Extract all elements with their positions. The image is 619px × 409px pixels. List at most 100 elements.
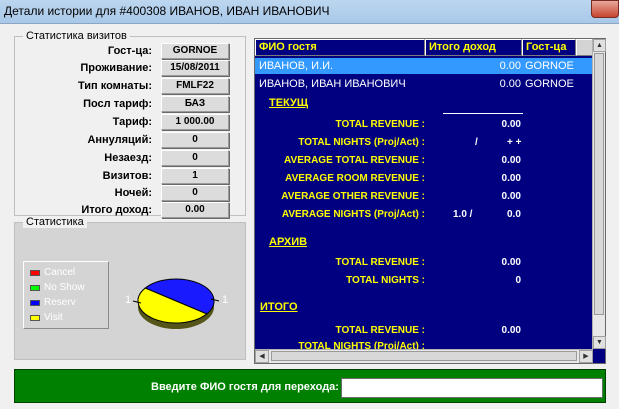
stat-row-hotel: Гост-ца: GORNOE [15, 43, 247, 60]
pie-slices [137, 278, 215, 324]
header-hotel[interactable]: Гост-ца [522, 39, 576, 56]
stat-row-nights: Ночей: 0 [15, 185, 247, 202]
detail-value: 0.00 [501, 155, 521, 166]
pie-label-left: 1 [125, 294, 131, 306]
goto-guest-label: Введите ФИО гостя для перехода: [151, 381, 339, 393]
detail-value: 1.0 / [453, 209, 473, 220]
legend-item-cancel: Cancel [30, 267, 75, 280]
detail-value: 0.00 [501, 173, 521, 184]
stat-row-no-shows: Незаезд: 0 [15, 150, 247, 167]
cell-guest-name: ИВАНОВ, ИВАН ИВАНОВИЧ [259, 78, 406, 90]
stat-row-room-type: Тип комнаты: FMLF22 [15, 78, 247, 95]
legend-label: Visit [44, 312, 63, 323]
history-details-window: Статистика визитов Гост-ца: GORNOE Прожи… [0, 24, 619, 409]
statistics-group: Статистика Cancel No Show Reserv Visit 1… [14, 216, 246, 360]
chart-legend: Cancel No Show Reserv Visit [23, 261, 109, 329]
stat-label: Визитов: [102, 170, 152, 182]
legend-label: No Show [44, 282, 85, 293]
stat-label: Итого доход: [81, 204, 152, 216]
detail-value: 0.00 [501, 119, 521, 130]
title-bar: Детали истории для #400308 ИВАНОВ, ИВАН … [0, 0, 619, 24]
section-current: ТЕКУЩ [269, 97, 309, 109]
pie-chart: 1 1 [125, 278, 228, 329]
detail-label: TOTAL NIGHTS (Proj/Act) : [298, 137, 425, 148]
stat-label: Посл тариф: [83, 98, 152, 110]
section-total: ИТОГО [260, 301, 298, 313]
detail-label: TOTAL REVENUE : [335, 325, 425, 336]
goto-guest-input[interactable] [341, 378, 603, 398]
stat-value: 0 [161, 132, 229, 148]
visit-stats-title: Статистика визитов [23, 30, 130, 42]
stat-row-visits: Визитов: 1 [15, 168, 247, 185]
stat-label: Аннуляций: [87, 134, 152, 146]
detail-label: TOTAL NIGHTS : [346, 275, 425, 286]
scroll-right-icon[interactable]: ▶ [579, 350, 593, 363]
visit-stats-group: Статистика визитов Гост-ца: GORNOE Прожи… [14, 30, 247, 218]
detail-label: AVERAGE NIGHTS (Proj/Act) : [281, 209, 425, 220]
legend-label: Reserv [44, 297, 76, 308]
stat-label: Ночей: [114, 187, 152, 199]
stat-row-stay: Проживание: 15/08/2011 [15, 60, 247, 77]
stat-label: Проживание: [80, 62, 152, 74]
legend-swatch [30, 299, 40, 306]
legend-swatch [30, 269, 40, 276]
detail-label: TOTAL REVENUE : [335, 257, 425, 268]
statistics-title: Статистика [23, 216, 87, 228]
stat-value: GORNOE [161, 43, 229, 59]
grid-header: ФИО гостя Итого доход Гост-ца [255, 39, 593, 56]
scroll-left-icon[interactable]: ◀ [255, 350, 269, 363]
detail-value: 0.00 [501, 325, 521, 336]
legend-swatch [30, 284, 40, 291]
detail-label: AVERAGE OTHER REVENUE : [281, 191, 425, 202]
detail-value2: 0.0 [507, 209, 521, 220]
legend-item-reserv: Reserv [30, 297, 76, 310]
stat-label: Тип комнаты: [77, 80, 152, 92]
stat-label: Гост-ца: [107, 45, 152, 57]
legend-item-visit: Visit [30, 312, 63, 325]
cell-hotel: GORNOE [525, 78, 574, 90]
detail-label-clipped: TOTAL NIGHTS (Proj/Act) : [298, 341, 425, 349]
detail-value: 0.00 [501, 257, 521, 268]
cell-income: 0.00 [499, 78, 521, 90]
stat-value: БАЗ [161, 96, 229, 112]
legend-item-no-show: No Show [30, 282, 85, 295]
stat-label: Незаезд: [104, 152, 152, 164]
scroll-down-icon[interactable]: ▼ [593, 336, 606, 349]
detail-label: AVERAGE ROOM REVENUE : [285, 173, 425, 184]
stat-value: 15/08/2011 [161, 60, 229, 76]
stat-label: Тариф: [112, 116, 152, 128]
close-button[interactable] [591, 0, 619, 18]
detail-label: TOTAL REVENUE : [335, 119, 425, 130]
stat-value: 0 [161, 150, 229, 166]
table-row[interactable]: ИВАНОВ, И.И. 0.00 GORNOE [255, 58, 593, 74]
cell-hotel: GORNOE [525, 60, 574, 72]
pie-label-right: 1 [222, 294, 228, 306]
goto-guest-bar: Введите ФИО гостя для перехода: [14, 369, 606, 403]
table-row[interactable]: ИВАНОВ, ИВАН ИВАНОВИЧ 0.00 GORNOE [255, 76, 593, 92]
detail-value: 0 [515, 275, 521, 286]
detail-value: 0.00 [501, 191, 521, 202]
detail-value2: + + [507, 137, 522, 148]
scroll-up-icon[interactable]: ▲ [593, 39, 606, 52]
header-total-income[interactable]: Итого доход [425, 39, 522, 56]
stat-row-last-rate: Посл тариф: БАЗ [15, 96, 247, 113]
divider-line [443, 113, 523, 114]
stat-value: 0 [161, 185, 229, 201]
vertical-scrollbar[interactable]: ▲ ▼ [592, 39, 606, 349]
stat-row-cancellations: Аннуляций: 0 [15, 132, 247, 149]
scroll-thumb[interactable] [594, 53, 604, 315]
stat-value: 0.00 [161, 202, 229, 218]
window-title: Детали истории для #400308 ИВАНОВ, ИВАН … [4, 4, 330, 18]
section-archive: АРХИВ [269, 236, 308, 248]
stat-value: 1 000.00 [161, 114, 229, 130]
scroll-thumb[interactable] [271, 351, 577, 361]
stat-row-rate: Тариф: 1 000.00 [15, 114, 247, 131]
legend-swatch [30, 314, 40, 321]
detail-value: / [475, 137, 478, 148]
guest-history-grid: ФИО гостя Итого доход Гост-ца ИВАНОВ, И.… [254, 38, 606, 364]
detail-label: AVERAGE TOTAL REVENUE : [284, 155, 425, 166]
legend-label: Cancel [44, 267, 76, 278]
header-guest-name[interactable]: ФИО гостя [255, 39, 425, 56]
stat-value: FMLF22 [161, 78, 229, 94]
horizontal-scrollbar[interactable]: ◀ ▶ [255, 349, 593, 363]
